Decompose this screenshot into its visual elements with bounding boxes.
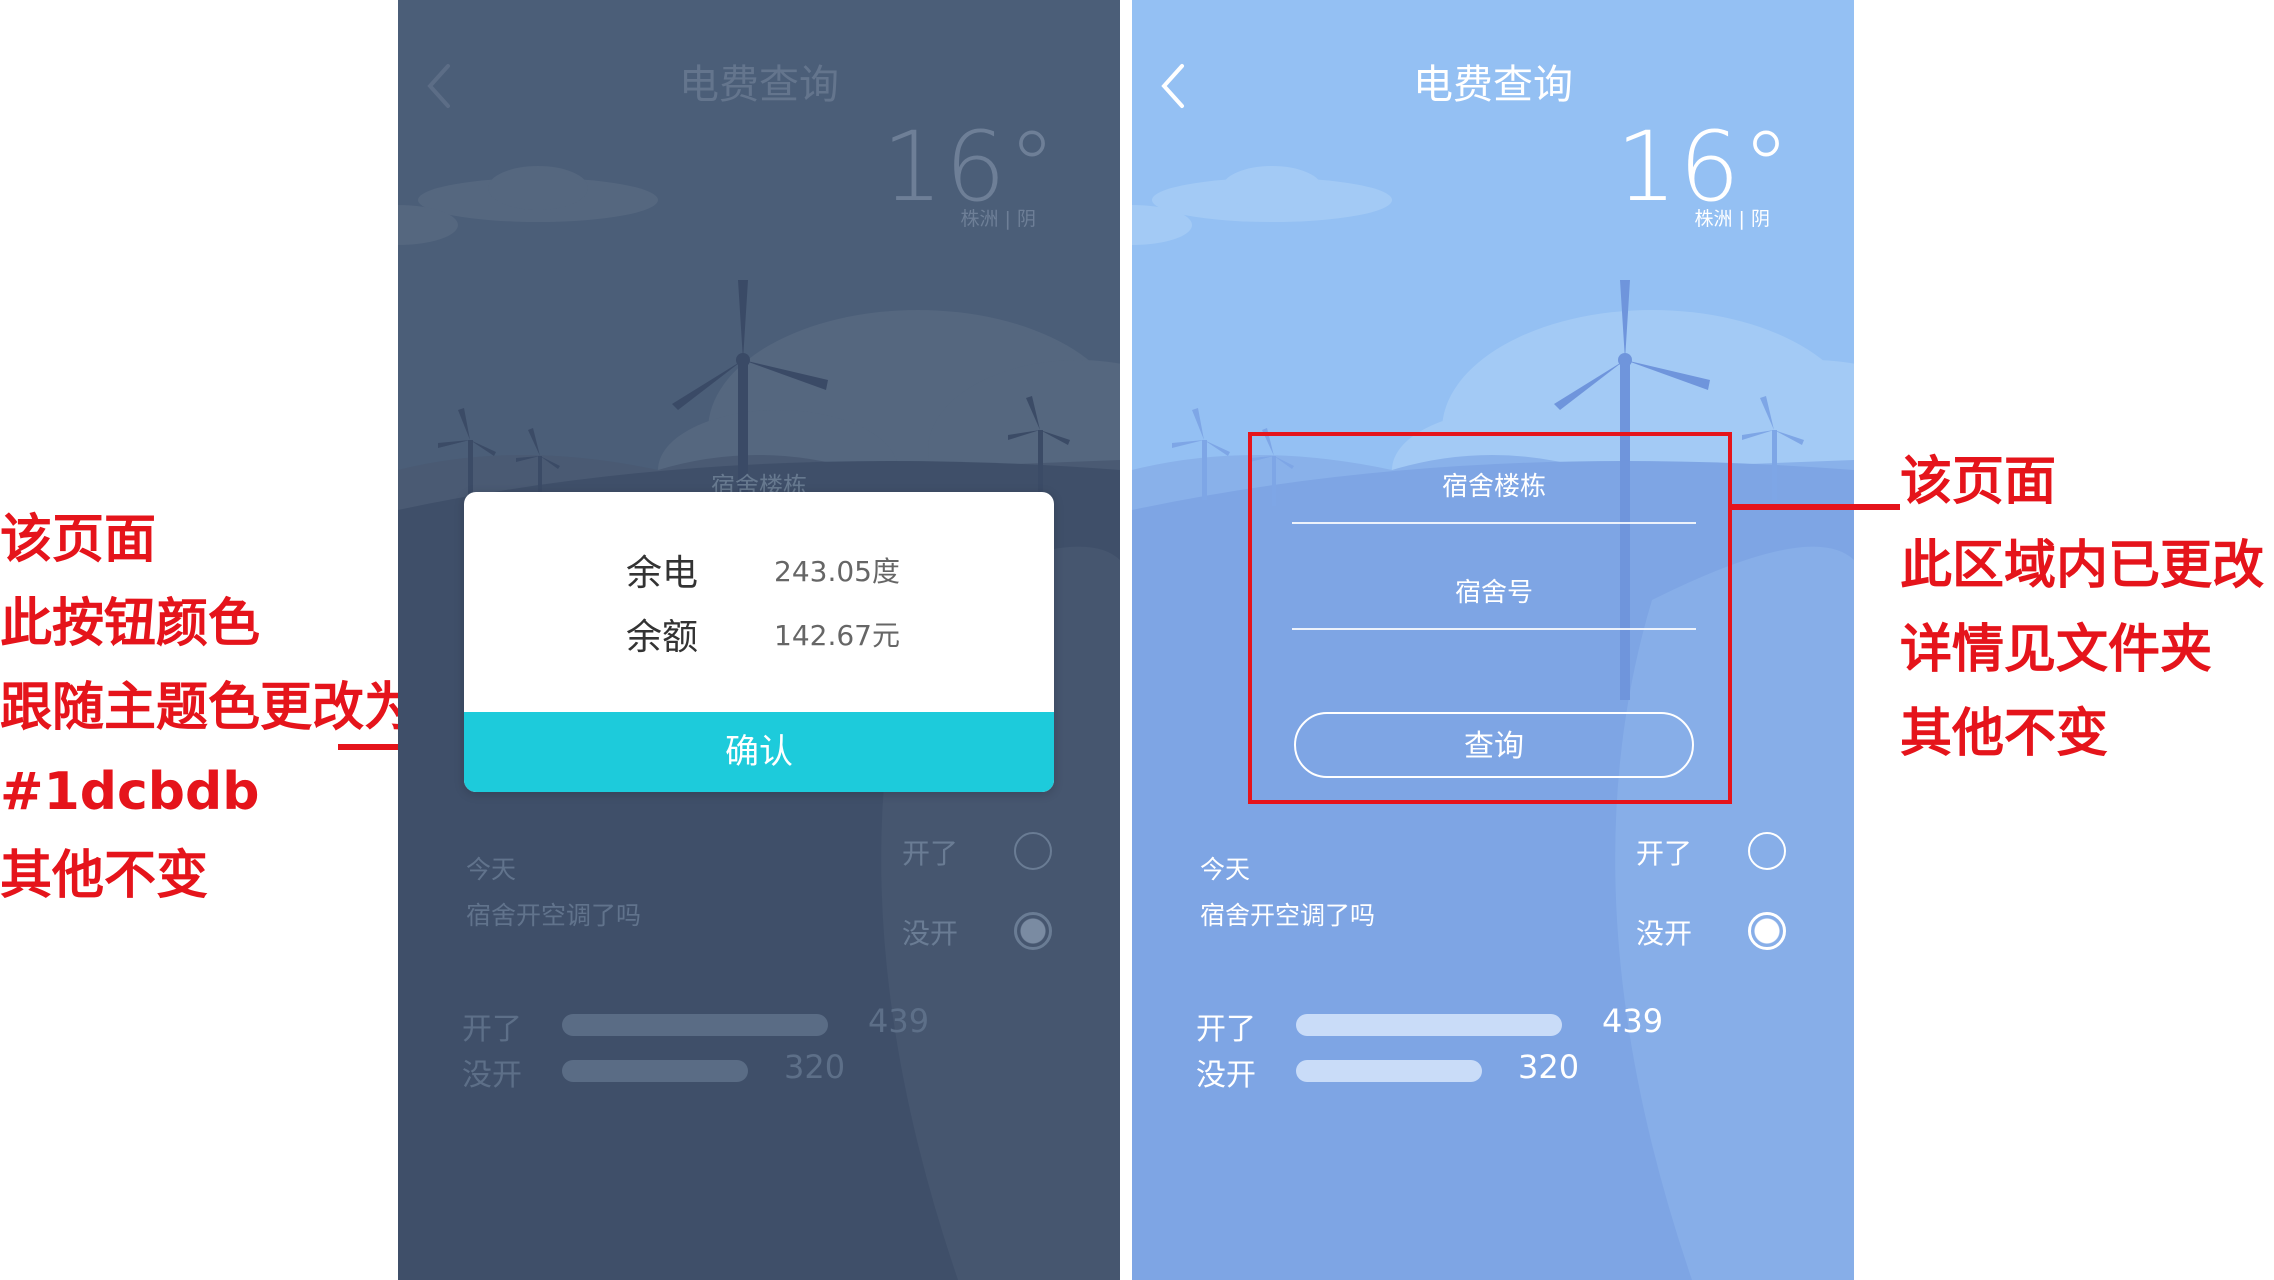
stat-off-bar xyxy=(562,1060,748,1082)
annotation-line: 此区域内已更改 xyxy=(1900,536,2265,596)
stat-off-value: 320 xyxy=(784,1048,846,1086)
stat-off-bar xyxy=(1296,1060,1482,1082)
annotation-line: 该页面 xyxy=(0,510,157,570)
location-weather: 株洲 | 阴 xyxy=(1694,208,1770,230)
left-annotation: 该页面 此按钮颜色 跟随主题色更改为 #1dcbdb 其他不变 xyxy=(0,498,416,918)
annotation-line: 此按钮颜色 xyxy=(0,594,261,654)
annotation-line: 跟随主题色更改为 xyxy=(0,678,417,738)
option-off-label: 没开 xyxy=(902,917,959,950)
right-annotation: 该页面 此区域内已更改 详情见文件夹 其他不变 xyxy=(1900,440,2264,776)
changed-area-highlight xyxy=(1248,432,1732,804)
poll-question: 宿舍开空调了吗 xyxy=(1200,901,1376,930)
dialog-power-label: 余电 xyxy=(626,553,699,594)
left-phone-screen: 电费查询 16° 株洲 | 阴 宿舍楼栋 今天 宿舍开空调了吗 开了 没开 开了… xyxy=(398,0,1120,1280)
option-on-radio[interactable] xyxy=(1748,832,1786,870)
stat-on-value: 439 xyxy=(1602,1002,1664,1040)
right-annotation-pointer xyxy=(1732,504,1900,510)
poll-today-label: 今天 xyxy=(1200,855,1251,884)
dialog-power-value: 243.05度 xyxy=(774,555,900,588)
option-on-label: 开了 xyxy=(902,837,959,870)
poll-today-label: 今天 xyxy=(466,855,517,884)
confirm-button[interactable]: 确认 xyxy=(464,712,1054,792)
page-title: 电费查询 xyxy=(679,62,839,108)
option-off-radio[interactable] xyxy=(1748,912,1786,950)
annotation-line: 详情见文件夹 xyxy=(1900,620,2213,680)
location-weather: 株洲 | 阴 xyxy=(960,208,1036,230)
page-title: 电费查询 xyxy=(1413,62,1573,108)
annotation-line: 其他不变 xyxy=(0,846,209,906)
option-off-label: 没开 xyxy=(1636,917,1693,950)
option-off-radio[interactable] xyxy=(1014,912,1052,950)
annotation-line: 该页面 xyxy=(1900,452,2057,512)
stat-off-label: 没开 xyxy=(1196,1058,1256,1093)
stat-on-label: 开了 xyxy=(462,1012,522,1047)
annotation-line: 其他不变 xyxy=(1900,704,2109,764)
stat-on-bar xyxy=(562,1014,828,1036)
annotation-line: #1dcbdb xyxy=(0,762,260,822)
stat-on-bar xyxy=(1296,1014,1562,1036)
dialog-balance-value: 142.67元 xyxy=(774,619,900,652)
option-on-label: 开了 xyxy=(1636,837,1693,870)
option-on-radio[interactable] xyxy=(1014,832,1052,870)
balance-dialog: 余电 243.05度 余额 142.67元 确认 xyxy=(464,492,1054,792)
poll-question: 宿舍开空调了吗 xyxy=(466,901,642,930)
stat-on-label: 开了 xyxy=(1196,1012,1256,1047)
stat-off-label: 没开 xyxy=(462,1058,522,1093)
dialog-balance-label: 余额 xyxy=(626,617,699,658)
stat-on-value: 439 xyxy=(868,1002,930,1040)
stat-off-value: 320 xyxy=(1518,1048,1580,1086)
